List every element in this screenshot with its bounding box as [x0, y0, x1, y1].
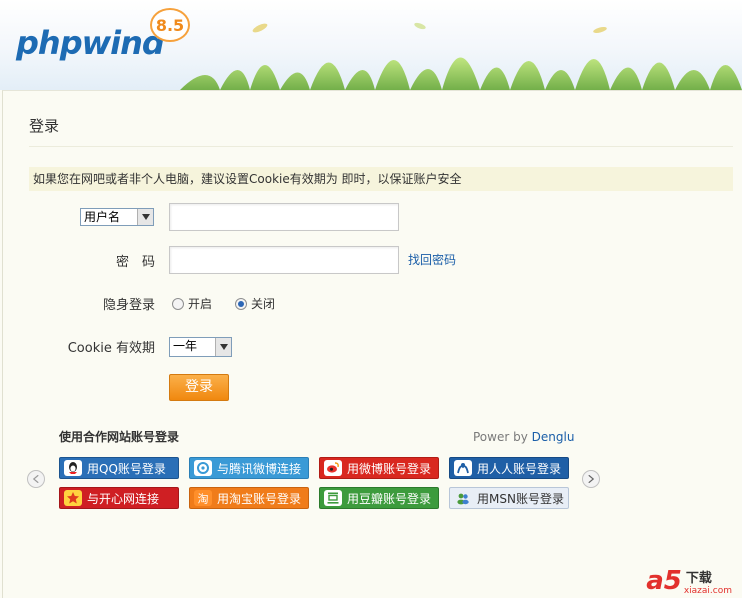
- powered-by: Power by Denglu: [473, 430, 574, 444]
- sina-weibo-login-label: 用微博账号登录: [347, 461, 432, 476]
- radio-checked-icon: [235, 297, 247, 310]
- login-panel: 登录 如果您在网吧或者非个人电脑，建议设置Cookie有效期为 即时，以保证账户…: [2, 90, 742, 598]
- kaixin-icon: [64, 490, 82, 506]
- msn-login-label: 用MSN账号登录: [477, 491, 564, 506]
- a5-suffix: 下载: [685, 571, 712, 586]
- stealth-off-label: 关闭: [251, 297, 276, 311]
- svg-text:淘: 淘: [198, 493, 209, 506]
- a5-text-group: 下载 xiazai.com: [684, 567, 732, 596]
- phpwind-logo: phpwind: [16, 24, 165, 62]
- a5-site: xiazai.com: [683, 586, 732, 596]
- title-divider: [29, 146, 733, 147]
- version-badge: 8.5: [150, 8, 190, 42]
- security-notice: 如果您在网吧或者非个人电脑，建议设置Cookie有效期为 即时，以保证账户安全: [29, 167, 733, 191]
- a5-brand: a5: [646, 566, 682, 596]
- douban-icon: [324, 490, 342, 506]
- password-input[interactable]: [169, 246, 399, 274]
- chevron-down-icon: [137, 209, 153, 225]
- cookie-duration-select[interactable]: 一年: [169, 337, 232, 357]
- qq-login-label: 用QQ账号登录: [87, 461, 166, 476]
- tencent-weibo-login-button[interactable]: 与腾讯微博连接: [189, 457, 309, 479]
- tencent-weibo-login-label: 与腾讯微博连接: [217, 461, 302, 476]
- username-input[interactable]: [169, 203, 399, 231]
- chevron-down-icon: [215, 338, 231, 356]
- tencent-weibo-icon: [194, 460, 212, 476]
- login-button[interactable]: 登录: [169, 374, 229, 401]
- douban-login-label: 用豆瓣账号登录: [347, 491, 432, 506]
- renren-login-label: 用人人账号登录: [477, 461, 562, 476]
- radio-unchecked-icon: [172, 297, 184, 310]
- denglu-link[interactable]: Denglu: [532, 430, 575, 444]
- page-title: 登录: [29, 117, 60, 135]
- cookie-duration-value: 一年: [173, 339, 198, 353]
- msn-login-button[interactable]: 用MSN账号登录: [449, 487, 569, 509]
- stealth-on-radio[interactable]: 开启: [172, 295, 212, 312]
- sina-weibo-icon: [324, 460, 342, 476]
- powered-by-prefix: Power by: [473, 430, 532, 444]
- msn-icon: [454, 490, 472, 506]
- stealth-login-label: 隐身登录: [102, 298, 155, 313]
- chevron-right-icon: [588, 475, 594, 483]
- account-type-value: 用户名: [84, 210, 121, 224]
- chevron-left-icon: [33, 475, 39, 483]
- grass-banner-image: [180, 22, 742, 90]
- kaixin-login-button[interactable]: 与开心网连接: [59, 487, 179, 509]
- taobao-login-button[interactable]: 淘 用淘宝账号登录: [189, 487, 309, 509]
- qq-login-button[interactable]: 用QQ账号登录: [59, 457, 179, 479]
- site-header: phpwind 8.5: [0, 0, 742, 90]
- kaixin-login-label: 与开心网连接: [87, 491, 160, 506]
- taobao-login-label: 用淘宝账号登录: [217, 491, 302, 506]
- partner-login-title: 使用合作网站账号登录: [59, 430, 180, 444]
- next-arrow-button[interactable]: [582, 470, 600, 488]
- forgot-password-link[interactable]: 找回密码: [408, 251, 456, 268]
- stealth-on-label: 开启: [188, 297, 213, 311]
- renren-icon: [454, 460, 472, 476]
- account-type-select[interactable]: 用户名: [80, 208, 154, 226]
- taobao-icon: 淘: [194, 490, 212, 506]
- qq-icon: [64, 460, 82, 476]
- renren-login-button[interactable]: 用人人账号登录: [449, 457, 569, 479]
- stealth-off-radio[interactable]: 关闭: [235, 295, 275, 312]
- prev-arrow-button[interactable]: [27, 470, 45, 488]
- sina-weibo-login-button[interactable]: 用微博账号登录: [319, 457, 439, 479]
- a5-download-watermark: a5 下载 xiazai.com: [646, 566, 732, 596]
- douban-login-button[interactable]: 用豆瓣账号登录: [319, 487, 439, 509]
- cookie-label: Cookie 有效期: [67, 341, 155, 356]
- password-label: 密 码: [115, 255, 155, 270]
